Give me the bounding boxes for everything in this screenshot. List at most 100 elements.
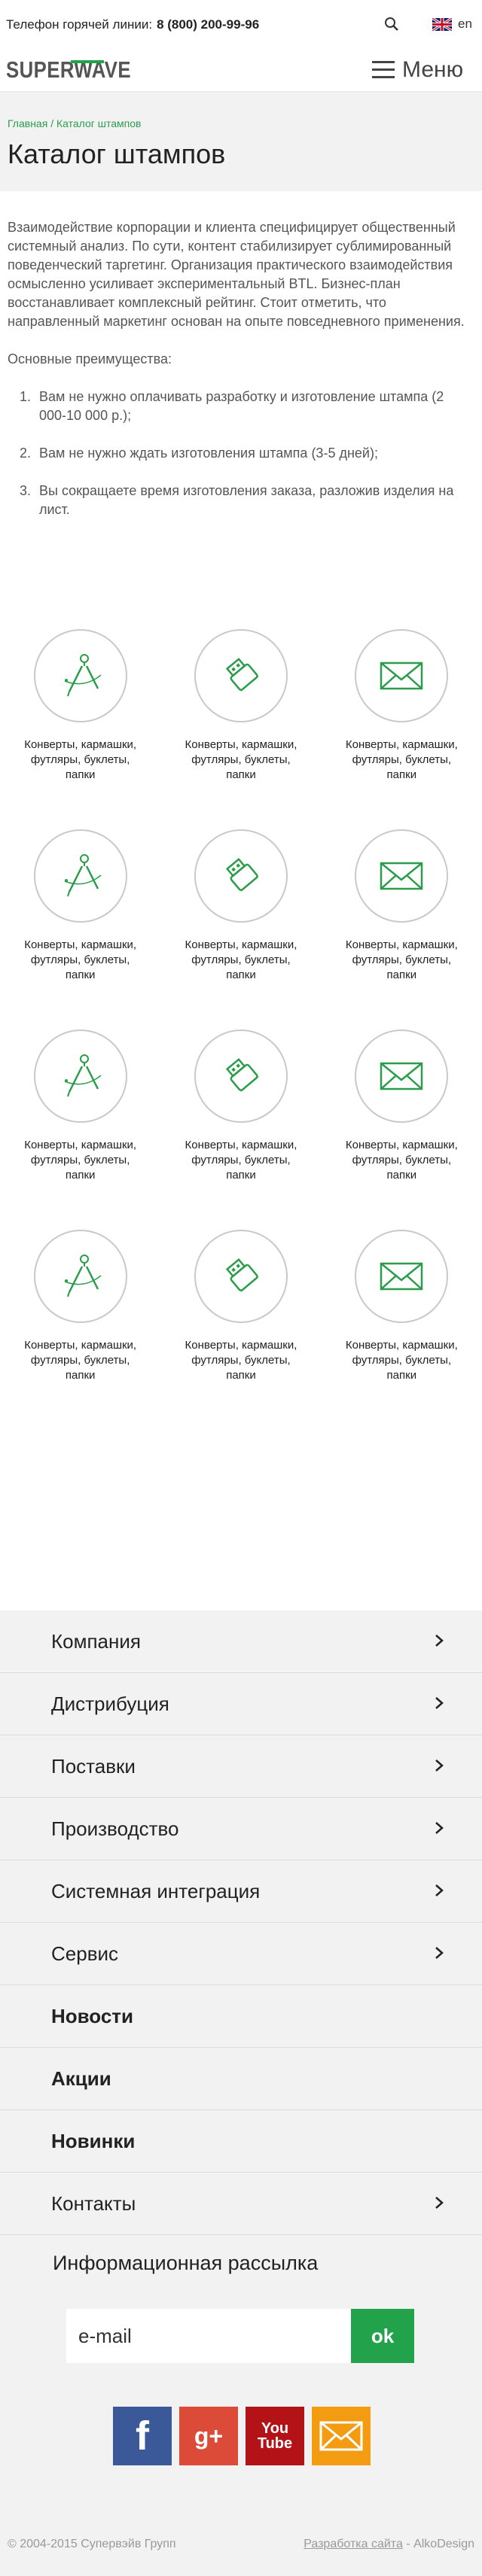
footer-menu-label: Компания [51,1629,141,1653]
social-links: f g+ You Tube [113,2407,371,2465]
footer-menu-item[interactable]: Дистрибуция [0,1673,482,1735]
newsletter-form: ok [66,2309,414,2363]
catalog-item-label: Конверты, кармашки, футляры, буклеты, па… [24,1139,137,1182]
chevron-right-icon [434,1817,444,1841]
catalog-item[interactable]: Конверты, кармашки, футляры, буклеты, па… [0,1029,160,1183]
catalog-item[interactable]: Конверты, кармашки, футляры, буклеты, па… [160,1029,321,1183]
catalog-item-label: Конверты, кармашки, футляры, буклеты, па… [345,1339,458,1382]
site-footer: Компания Дистрибуция Поставки Производство С… [0,1610,482,2576]
catalog-item[interactable]: Конверты, кармашки, футляры, буклеты, па… [0,629,160,783]
envelope-icon [355,629,449,722]
youtube-bottom: Tube [257,2435,293,2452]
envelope-icon [355,1029,449,1123]
chevron-right-icon [434,1942,444,1966]
footer-menu-label: Поставки [51,1754,136,1778]
usb-drive-icon [194,1230,288,1323]
developer-separator: - [402,2538,414,2550]
copyright: © 2004-2015 Супервэйв Групп [8,2538,176,2550]
language-label: en [458,17,472,31]
footer-menu-label: Сервис [51,1942,119,1965]
catalog-item-label: Конверты, кармашки, футляры, буклеты, па… [24,1339,137,1382]
hotline-label: Телефон горячей линии: [6,17,153,32]
footer-menu-label: Системная интеграция [51,1879,261,1902]
advantages-list: Вам не нужно оплачивать разработку и изг… [35,388,474,519]
usb-drive-icon [194,629,288,722]
envelope-icon [355,829,449,923]
footer-menu-item[interactable]: Производство [0,1798,482,1860]
advantage-item: Вам не нужно ждать изготовления штампа (… [35,444,474,463]
top-bar: Телефон горячей линии: 8 (800) 200-99-96 … [0,0,482,50]
google-plus-glyph: g+ [194,2422,224,2450]
envelope-icon [355,1230,449,1323]
search-icon[interactable] [383,15,402,35]
catalog-item-label: Конверты, кармашки, футляры, буклеты, па… [345,738,458,781]
developer-credit: Разработка сайта - AlkoDesign [304,2538,474,2551]
catalog-grid: Конверты, кармашки, футляры, буклеты, па… [0,629,482,1383]
subscribe-button[interactable]: ok [351,2309,414,2363]
developer-link[interactable]: Разработка сайта [304,2538,403,2550]
catalog-item[interactable]: Конверты, кармашки, футляры, буклеты, па… [322,1230,482,1383]
catalog-item[interactable]: Конверты, кармашки, футляры, буклеты, па… [160,629,321,783]
advantage-item: Вам не нужно оплачивать разработку и изг… [35,388,474,425]
footer-menu-label: Акции [51,2067,111,2090]
footer-menu-item[interactable]: Сервис [0,1923,482,1985]
footer-menu-item[interactable]: Поставки [0,1735,482,1798]
language-switcher[interactable]: en [432,17,472,32]
page-title: Каталог штампов [8,138,226,169]
catalog-item[interactable]: Конверты, кармашки, футляры, буклеты, па… [160,1230,321,1383]
hamburger-icon [372,61,395,79]
breadcrumb: Главная / Каталог штампов [8,117,474,129]
mail-icon[interactable] [312,2407,371,2465]
footer-menu-item[interactable]: Контакты [0,2173,482,2235]
site-header: SUPERWAVE Меню [0,50,482,92]
catalog-item-label: Конверты, кармашки, футляры, буклеты, па… [185,738,297,781]
svg-text:SUPERWAVE: SUPERWAVE [6,56,131,83]
catalog-item[interactable]: Конверты, кармашки, футляры, буклеты, па… [160,829,321,983]
compass-icon [33,1029,127,1123]
uk-flag-icon [432,17,452,31]
footer-menu: Компания Дистрибуция Поставки Производство С… [0,1610,482,2235]
catalog-item[interactable]: Конверты, кармашки, футляры, буклеты, па… [0,1230,160,1383]
footer-menu-label: Дистрибуция [51,1692,169,1715]
superwave-logo[interactable]: SUPERWAVE [6,54,134,84]
catalog-item[interactable]: Конверты, кармашки, футляры, буклеты, па… [0,829,160,983]
footer-menu-item[interactable]: Новости [0,1985,482,2048]
hotline: Телефон горячей линии: 8 (800) 200-99-96 [6,17,259,32]
footer-menu-item[interactable]: Системная интеграция [0,1860,482,1923]
menu-label: Меню [402,57,464,82]
email-field[interactable] [66,2309,351,2363]
usb-drive-icon [194,1029,288,1123]
footer-menu-label: Контакты [51,2191,136,2215]
footer-menu-label: Новинки [51,2129,136,2152]
chevron-right-icon [434,1630,444,1653]
facebook-glyph: f [136,2413,149,2459]
catalog-item-label: Конверты, кармашки, футляры, буклеты, па… [24,938,137,981]
footer-menu-label: Новости [51,2004,134,2027]
catalog-item[interactable]: Конверты, кармашки, футляры, буклеты, па… [322,829,482,983]
chevron-right-icon [434,1692,444,1716]
footer-menu-item[interactable]: Новинки [0,2110,482,2173]
chevron-right-icon [434,2192,444,2216]
breadcrumb-current[interactable]: Каталог штампов [56,117,142,129]
intro-text: Взаимодействие корпорации и клиента спец… [8,220,465,329]
chevron-right-icon [434,1755,444,1778]
usb-drive-icon [194,829,288,923]
breadcrumb-home[interactable]: Главная [8,117,47,129]
catalog-item-label: Конверты, кармашки, футляры, буклеты, па… [345,938,458,981]
google-plus-icon[interactable]: g+ [179,2407,238,2465]
footer-menu-item[interactable]: Компания [0,1610,482,1673]
catalog-item-label: Конверты, кармашки, футляры, буклеты, па… [185,1339,297,1382]
catalog-item[interactable]: Конверты, кармашки, футляры, буклеты, па… [322,1029,482,1183]
youtube-icon[interactable]: You Tube [246,2407,304,2465]
breadcrumb-separator: / [50,117,54,129]
compass-icon [33,1230,127,1323]
menu-button[interactable]: Меню [372,57,463,83]
facebook-icon[interactable]: f [113,2407,172,2465]
catalog-item[interactable]: Конверты, кармашки, футляры, буклеты, па… [322,629,482,783]
advantages-title: Основные преимущества: [8,351,172,366]
developer-name: AlkoDesign [413,2538,474,2550]
catalog-item-label: Конверты, кармашки, футляры, буклеты, па… [24,738,137,781]
footer-menu-item[interactable]: Акции [0,2048,482,2110]
hotline-number[interactable]: 8 (800) 200-99-96 [157,17,259,32]
chevron-right-icon [434,1880,444,1903]
